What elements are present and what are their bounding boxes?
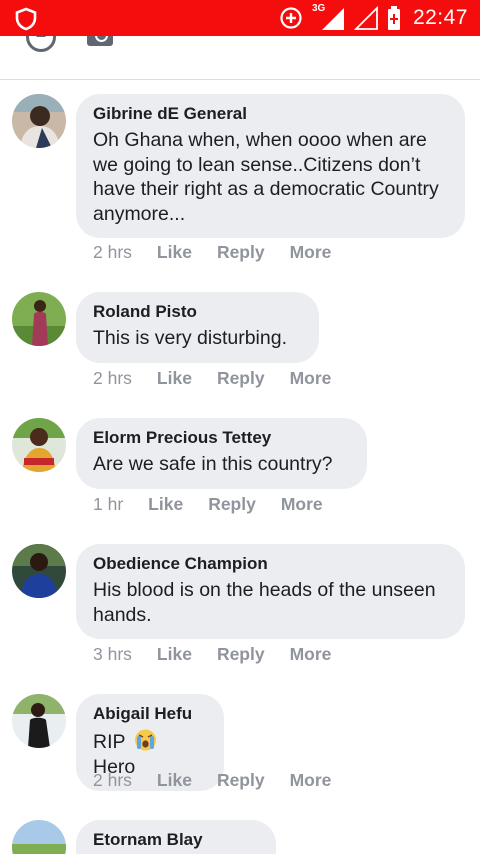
like-button[interactable]: Like [157,242,192,263]
comment-author[interactable]: Abigail Hefu [93,703,206,725]
comment-actions: 2 hrs Like Reply More [93,242,331,263]
emoji-icon[interactable] [26,36,56,52]
avatar[interactable] [12,820,66,854]
comment-bubble[interactable]: Gibrine dE General Oh Ghana when, when o… [76,94,465,238]
shield-icon [15,7,37,31]
avatar[interactable] [12,544,66,598]
like-button[interactable]: Like [157,644,192,665]
comment-time[interactable]: 2 hrs [93,770,132,791]
comment-text: His blood is on the heads of the unseen … [93,579,436,626]
reply-button[interactable]: Reply [217,368,265,389]
comment-actions: 2 hrs Like Reply More [93,770,331,791]
avatar[interactable] [12,418,66,472]
more-button[interactable]: More [290,770,332,791]
crying-face-emoji-icon [134,729,156,751]
reply-button[interactable]: Reply [217,644,265,665]
comment-time[interactable]: 1 hr [93,494,123,515]
more-button[interactable]: More [281,494,323,515]
battery-charging-icon [387,6,400,30]
camera-icon[interactable] [87,36,113,46]
like-button[interactable]: Like [157,368,192,389]
like-button[interactable]: Like [148,494,183,515]
comment-author[interactable]: Roland Pisto [93,301,301,323]
comment-actions: 3 hrs Like Reply More [93,644,331,665]
comment-time[interactable]: 3 hrs [93,644,132,665]
comment-author[interactable]: Gibrine dE General [93,103,447,125]
reply-button[interactable]: Reply [217,242,265,263]
comment-text: Oh Ghana when, when oooo when are we goi… [93,129,439,225]
comment-bubble[interactable]: Elorm Precious Tettey Are we safe in thi… [76,418,367,489]
comment-bubble[interactable]: Roland Pisto This is very disturbing. [76,292,319,363]
comment-time[interactable]: 2 hrs [93,368,132,389]
like-button[interactable]: Like [157,770,192,791]
comment-author[interactable]: Etornam Blay Dornyo [93,829,258,854]
comment-author[interactable]: Elorm Precious Tettey [93,427,349,449]
comment-actions: 1 hr Like Reply More [93,494,323,515]
status-bar: 3G 22:47 [0,0,480,36]
avatar[interactable] [12,94,66,148]
comment-author[interactable]: Obedience Champion [93,553,447,575]
signal-3g-icon: 3G [311,3,345,31]
comment-text-start: RIP [93,731,126,753]
comment-bubble[interactable]: Etornam Blay Dornyo [76,820,276,854]
reply-button[interactable]: Reply [217,770,265,791]
more-button[interactable]: More [290,368,332,389]
comment-bubble[interactable]: Obedience Champion His blood is on the h… [76,544,465,639]
avatar[interactable] [12,292,66,346]
comment-actions: 2 hrs Like Reply More [93,368,331,389]
comment-time[interactable]: 2 hrs [93,242,132,263]
more-button[interactable]: More [290,644,332,665]
signal-empty-icon [353,5,378,30]
comment-text: Are we safe in this country? [93,453,333,475]
reply-button[interactable]: Reply [208,494,256,515]
avatar[interactable] [12,694,66,748]
more-button[interactable]: More [290,242,332,263]
clock: 22:47 [412,6,468,29]
data-saver-icon [280,7,302,29]
post-action-bar [0,36,480,80]
comment-text: This is very disturbing. [93,327,287,349]
